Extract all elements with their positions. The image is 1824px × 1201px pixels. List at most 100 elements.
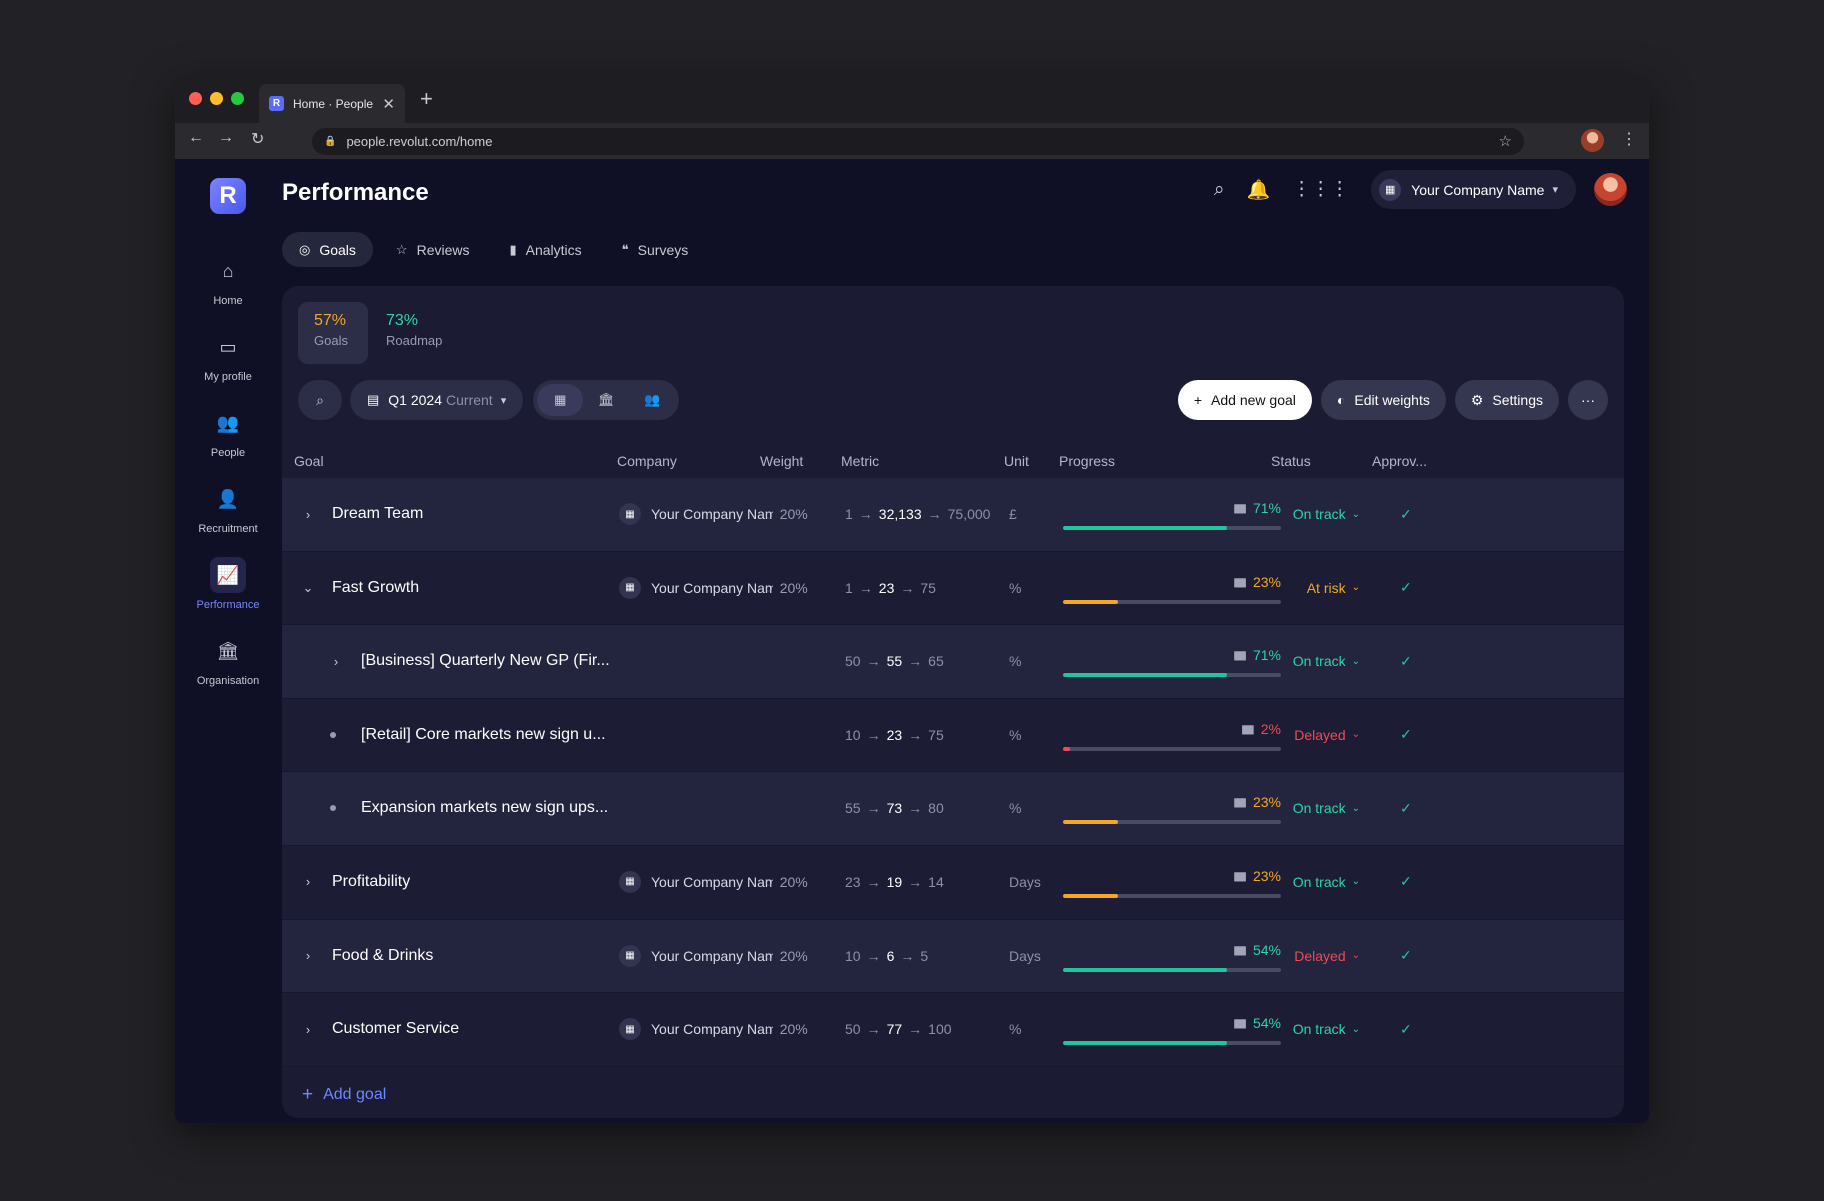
status-dropdown[interactable]: Delayed ⌄ <box>1294 699 1360 771</box>
company-scope-icon[interactable]: ▦ <box>537 384 584 416</box>
sidebar-item-label: Performance <box>196 599 260 611</box>
close-window-button[interactable] <box>189 92 202 105</box>
chevron-down-icon[interactable]: ⌄ <box>302 580 314 596</box>
chevron-right-icon[interactable]: › <box>302 874 314 889</box>
row-expander[interactable]: › <box>302 993 314 1065</box>
kpi-roadmap[interactable]: 73% Roadmap <box>370 302 442 364</box>
back-arrow-icon[interactable]: ← <box>188 129 204 147</box>
app-logo[interactable]: R <box>210 178 246 214</box>
row-expander[interactable]: ⌄ <box>302 552 314 624</box>
weight-cycle-icon: ◌ <box>765 1021 773 1037</box>
team-scope-icon[interactable]: 👥 <box>629 384 675 416</box>
status-dropdown[interactable]: On track ⌄ <box>1293 993 1360 1065</box>
kpi-goals[interactable]: 57% Goals <box>298 302 368 364</box>
tab-reviews[interactable]: ☆ Reviews <box>379 232 487 267</box>
column-weight[interactable]: Weight <box>760 453 803 469</box>
tab-analytics[interactable]: ▮ Analytics <box>492 232 598 267</box>
goal-name[interactable]: Dream Team <box>332 505 423 523</box>
add-new-goal-button[interactable]: + Add new goal <box>1177 380 1312 420</box>
table-row[interactable]: › Dream Team ▦ Your Company Name ◌ 20% 1 → 32,13… <box>282 478 1624 552</box>
progress-cell: ▮▮▮ 23% <box>1063 772 1281 844</box>
department-scope-icon[interactable]: 🏛 <box>583 384 629 416</box>
row-expander[interactable]: › <box>330 625 342 697</box>
table-row[interactable]: [Retail] Core markets new sign u... 10 → 23… <box>282 698 1624 773</box>
new-tab-button[interactable]: + <box>420 86 433 112</box>
browser-menu-icon[interactable]: ⋮ <box>1621 129 1637 149</box>
user-avatar[interactable] <box>1594 173 1627 206</box>
table-row[interactable]: › Customer Service ▦ Your Company Name ◌ 20% 5… <box>282 993 1624 1067</box>
goal-name[interactable]: Customer Service <box>332 1020 459 1038</box>
goal-name[interactable]: Expansion markets new sign ups... <box>361 799 608 817</box>
sidebar-item-home[interactable]: ⌂ Home <box>175 249 281 325</box>
tab-goals[interactable]: ◎ Goals <box>282 232 373 267</box>
browser-profile-avatar[interactable] <box>1581 129 1604 152</box>
column-metric[interactable]: Metric <box>841 453 879 469</box>
add-goal-link[interactable]: + Add goal <box>302 1084 386 1106</box>
column-company[interactable]: Company <box>617 453 677 469</box>
company-name: Your Company Name <box>1411 181 1545 198</box>
sidebar-item-my-profile[interactable]: ▭ My profile <box>175 325 281 401</box>
table-row[interactable]: › [Business] Quarterly New GP (Fir... 50 → 5… <box>282 625 1624 699</box>
sidebar-item-organisation[interactable]: 🏛 Organisation <box>175 629 281 705</box>
goal-name[interactable]: [Business] Quarterly New GP (Fir... <box>361 652 610 670</box>
goal-name[interactable]: Profitability <box>332 873 410 891</box>
metric-current: 73 <box>886 800 903 817</box>
apps-grid-icon[interactable]: ⋮⋮⋮ <box>1292 178 1349 201</box>
status-dropdown[interactable]: On track ⌄ <box>1293 478 1360 550</box>
row-expander[interactable]: › <box>302 478 314 550</box>
chevron-right-icon[interactable]: › <box>330 654 342 669</box>
arrow-right-icon: → <box>900 579 915 596</box>
forward-arrow-icon[interactable]: → <box>218 129 234 147</box>
status-dropdown[interactable]: Delayed ⌄ <box>1294 920 1360 992</box>
surveys-icon: ❝ <box>621 241 629 257</box>
address-bar[interactable]: 🔒 people.revolut.com/home ☆ <box>312 128 1524 155</box>
minimize-window-button[interactable] <box>210 92 223 105</box>
arrow-right-icon: → <box>908 726 923 743</box>
column-status[interactable]: Status <box>1271 453 1311 469</box>
goal-name[interactable]: [Retail] Core markets new sign u... <box>361 726 606 744</box>
reload-icon[interactable]: ↻ <box>251 129 264 149</box>
chevron-right-icon[interactable]: › <box>302 948 314 963</box>
sidebar-item-recruitment[interactable]: 👤 Recruitment <box>175 477 281 553</box>
more-options-button[interactable]: ··· <box>1568 380 1608 420</box>
chevron-right-icon[interactable]: › <box>302 1022 314 1037</box>
company-cell: ▦ Your Company Name <box>619 846 773 918</box>
search-goals-button[interactable]: ⌕ <box>298 380 342 420</box>
search-icon[interactable]: ⌕ <box>1214 179 1225 201</box>
row-expander[interactable]: › <box>302 846 314 918</box>
column-goal[interactable]: Goal <box>294 453 324 469</box>
bell-icon[interactable]: 🔔 <box>1246 178 1270 202</box>
bar-chart-icon: ▮▮▮ <box>1233 648 1247 663</box>
bookmark-star-icon[interactable]: ☆ <box>1499 132 1512 150</box>
column-unit[interactable]: Unit <box>1004 453 1029 469</box>
edit-weights-button[interactable]: ◐ Edit weights <box>1320 380 1446 420</box>
table-row[interactable]: Expansion markets new sign ups... 55 → 73 → 8… <box>282 772 1624 846</box>
metric-initial: 23 <box>845 873 861 890</box>
company-switcher[interactable]: ▦ Your Company Name ▾ <box>1371 170 1576 209</box>
weight-cycle-icon: ◌ <box>765 580 773 596</box>
table-row[interactable]: ⌄ Fast Growth ▦ Your Company Name ◌ 20% 1 → 23 → 7… <box>282 551 1624 626</box>
maximize-window-button[interactable] <box>231 92 244 105</box>
chevron-right-icon[interactable]: › <box>302 507 314 522</box>
sidebar-item-people[interactable]: 👥 People <box>175 401 281 477</box>
url-text: people.revolut.com/home <box>346 134 493 149</box>
page-tabs: ◎ Goals ☆ Reviews ▮ Analytics ❝ Surveys <box>282 232 711 267</box>
status-dropdown[interactable]: At risk ⌄ <box>1307 552 1360 624</box>
row-expander[interactable]: › <box>302 920 314 992</box>
sidebar-item-performance[interactable]: 📈 Performance <box>175 553 281 629</box>
status-dropdown[interactable]: On track ⌄ <box>1293 846 1360 918</box>
table-row[interactable]: › Food & Drinks ▦ Your Company Name ◌ 20% 10 → 6… <box>282 919 1624 994</box>
tab-surveys[interactable]: ❝ Surveys <box>605 232 706 267</box>
column-progress[interactable]: Progress <box>1059 453 1115 469</box>
column-approval[interactable]: Approv... <box>1372 453 1427 469</box>
unit-cell: Days <box>1009 947 1041 964</box>
status-dropdown[interactable]: On track ⌄ <box>1293 772 1360 844</box>
goal-name[interactable]: Food & Drinks <box>332 947 433 965</box>
goal-name[interactable]: Fast Growth <box>332 579 419 597</box>
settings-button[interactable]: ⚙ Settings <box>1454 380 1559 420</box>
period-selector[interactable]: ▤ Q1 2024 Current ▾ <box>350 380 524 420</box>
status-dropdown[interactable]: On track ⌄ <box>1293 625 1360 697</box>
browser-tab[interactable]: R Home · People ✕ <box>259 84 405 123</box>
close-tab-icon[interactable]: ✕ <box>382 95 395 113</box>
table-row[interactable]: › Profitability ▦ Your Company Name ◌ 20% 23 → 1… <box>282 845 1624 920</box>
